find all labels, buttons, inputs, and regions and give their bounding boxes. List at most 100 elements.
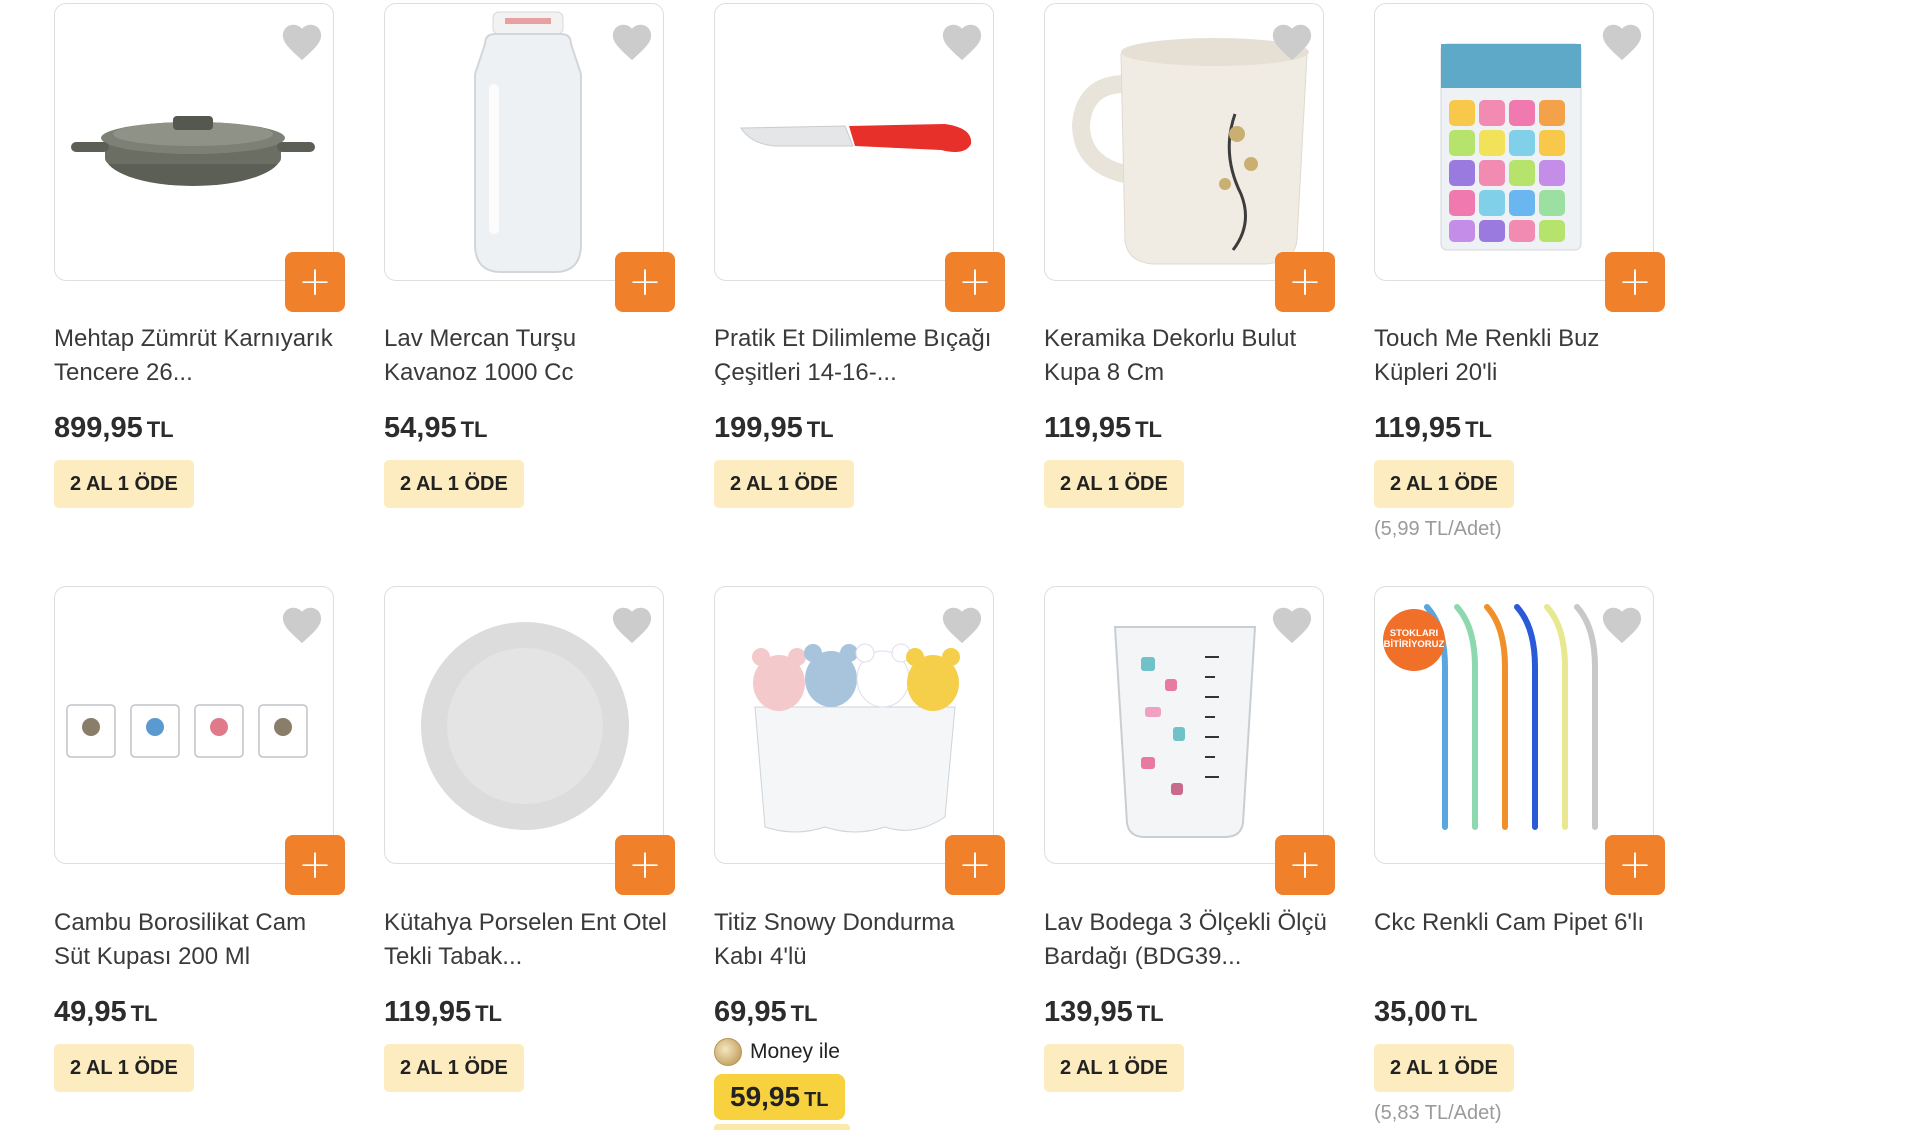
promo-badge: 2 AL 1 ÖDE xyxy=(384,460,524,508)
product-price: 139,95 TL xyxy=(1044,996,1164,1029)
unit-price: (5,83 TL/Adet) xyxy=(1374,1102,1502,1124)
plus-icon: + xyxy=(298,259,332,305)
product-title[interactable]: Touch Me Renkli Buz Küpleri 20'li xyxy=(1374,322,1659,390)
heart-icon[interactable] xyxy=(279,603,325,645)
promo-badge: 2 AL 1 ÖDE xyxy=(1044,1044,1184,1092)
product-image-frame[interactable]: + xyxy=(1374,3,1665,312)
add-to-cart-button[interactable]: + xyxy=(285,835,345,895)
price-value: 69,95 xyxy=(714,996,787,1028)
price-currency: TL xyxy=(804,1089,829,1111)
price-value: 119,95 xyxy=(1374,412,1462,444)
heart-icon[interactable] xyxy=(1599,603,1645,645)
product-price: 69,95 TL xyxy=(714,996,817,1029)
plus-icon: + xyxy=(1618,259,1652,305)
product-title[interactable]: Pratik Et Dilimleme Bıçağı Çeşitleri 14-… xyxy=(714,322,999,390)
heart-icon[interactable] xyxy=(1269,603,1315,645)
product-image-frame[interactable]: + xyxy=(54,586,345,895)
product-title[interactable]: Cambu Borosilikat Cam Süt Kupası 200 Ml xyxy=(54,906,339,974)
money-label: Money ile xyxy=(750,1040,840,1063)
plus-icon: + xyxy=(958,842,992,888)
product-image-frame[interactable]: + xyxy=(1044,3,1335,312)
unit-price: (5,99 TL/Adet) xyxy=(1374,518,1502,540)
heart-icon[interactable] xyxy=(279,20,325,62)
add-to-cart-button[interactable]: + xyxy=(945,252,1005,312)
product-title[interactable]: Kütahya Porselen Ent Otel Tekli Tabak... xyxy=(384,906,669,974)
badge-line: BİTİRİYORUZ xyxy=(1383,639,1445,650)
product-image-frame[interactable]: + xyxy=(54,3,345,312)
heart-icon[interactable] xyxy=(1599,20,1645,62)
stock-clearance-badge: STOKLARI BİTİRİYORUZ xyxy=(1383,609,1445,671)
price-value: 199,95 xyxy=(714,412,803,444)
price-value: 49,95 xyxy=(54,996,127,1028)
product-price: 35,00 TL xyxy=(1374,996,1477,1029)
product-price: 199,95 TL xyxy=(714,412,834,445)
price-currency: TL xyxy=(130,1001,158,1026)
add-to-cart-button[interactable]: + xyxy=(615,252,675,312)
price-currency: TL xyxy=(146,417,174,442)
product-image-frame[interactable]: STOKLARI BİTİRİYORUZ + xyxy=(1374,586,1665,895)
add-to-cart-button[interactable]: + xyxy=(615,835,675,895)
promo-badge: 2 AL 1 ÖDE xyxy=(384,1044,524,1092)
product-image-frame[interactable]: + xyxy=(384,3,675,312)
price-currency: TL xyxy=(460,417,488,442)
product-image-frame[interactable]: + xyxy=(384,586,675,895)
add-to-cart-button[interactable]: + xyxy=(1275,835,1335,895)
product-image-frame[interactable]: + xyxy=(1044,586,1335,895)
promo-badge: 2 AL 1 ÖDE xyxy=(714,460,854,508)
plus-icon: + xyxy=(1618,842,1652,888)
plus-icon: + xyxy=(1288,259,1322,305)
add-to-cart-button[interactable]: + xyxy=(1605,252,1665,312)
product-price: 49,95 TL xyxy=(54,996,157,1029)
promo-badge: 2 AL 1 ÖDE xyxy=(1374,1044,1514,1092)
product-price: 54,95 TL xyxy=(384,412,487,445)
promo-badge: 2 AL 1 ÖDE xyxy=(1044,460,1184,508)
product-image-frame[interactable]: + xyxy=(714,586,1005,895)
heart-icon[interactable] xyxy=(609,603,655,645)
add-to-cart-button[interactable]: + xyxy=(1605,835,1665,895)
price-value: 54,95 xyxy=(384,412,457,444)
heart-icon[interactable] xyxy=(1269,20,1315,62)
money-coin-icon xyxy=(714,1038,742,1066)
promo-badge: 2 AL 1 ÖDE xyxy=(1374,460,1514,508)
add-to-cart-button[interactable]: + xyxy=(1275,252,1335,312)
plus-icon: + xyxy=(628,259,662,305)
product-title[interactable]: Ckc Renkli Cam Pipet 6'lı xyxy=(1374,906,1659,940)
product-price: 899,95 TL xyxy=(54,412,174,445)
plus-icon: + xyxy=(1288,842,1322,888)
product-price: 119,95 TL xyxy=(1044,412,1162,445)
money-offer: Money ile xyxy=(714,1038,840,1066)
heart-icon[interactable] xyxy=(939,603,985,645)
promo-badge: 2 AL 1 ÖDE xyxy=(54,460,194,508)
price-currency: TL xyxy=(1136,1001,1164,1026)
promo-badge: 2 AL 1 ÖDE xyxy=(54,1044,194,1092)
product-price: 119,95 TL xyxy=(1374,412,1492,445)
plus-icon: + xyxy=(958,259,992,305)
money-promo-strip xyxy=(714,1124,850,1130)
heart-icon[interactable] xyxy=(939,20,985,62)
add-to-cart-button[interactable]: + xyxy=(945,835,1005,895)
product-title[interactable]: Mehtap Zümrüt Karnıyarık Tencere 26... xyxy=(54,322,339,390)
add-to-cart-button[interactable]: + xyxy=(285,252,345,312)
money-price: 59,95 TL xyxy=(714,1074,845,1120)
product-title[interactable]: Lav Mercan Turşu Kavanoz 1000 Cc xyxy=(384,322,669,390)
product-title[interactable]: Lav Bodega 3 Ölçekli Ölçü Bardağı (BDG39… xyxy=(1044,906,1329,974)
price-value: 119,95 xyxy=(384,996,472,1028)
heart-icon[interactable] xyxy=(609,20,655,62)
price-currency: TL xyxy=(790,1001,818,1026)
price-value: 139,95 xyxy=(1044,996,1133,1028)
product-title[interactable]: Titiz Snowy Dondurma Kabı 4'lü xyxy=(714,906,999,974)
plus-icon: + xyxy=(298,842,332,888)
price-value: 119,95 xyxy=(1044,412,1132,444)
product-image-frame[interactable]: + xyxy=(714,3,1005,312)
product-title[interactable]: Keramika Dekorlu Bulut Kupa 8 Cm xyxy=(1044,322,1329,390)
money-price-value: 59,95 xyxy=(730,1081,801,1112)
product-price: 119,95 TL xyxy=(384,996,502,1029)
price-value: 35,00 xyxy=(1374,996,1447,1028)
price-value: 899,95 xyxy=(54,412,143,444)
price-currency: TL xyxy=(1465,417,1492,442)
price-currency: TL xyxy=(475,1001,502,1026)
price-currency: TL xyxy=(806,417,834,442)
plus-icon: + xyxy=(628,842,662,888)
price-currency: TL xyxy=(1135,417,1162,442)
price-currency: TL xyxy=(1450,1001,1478,1026)
